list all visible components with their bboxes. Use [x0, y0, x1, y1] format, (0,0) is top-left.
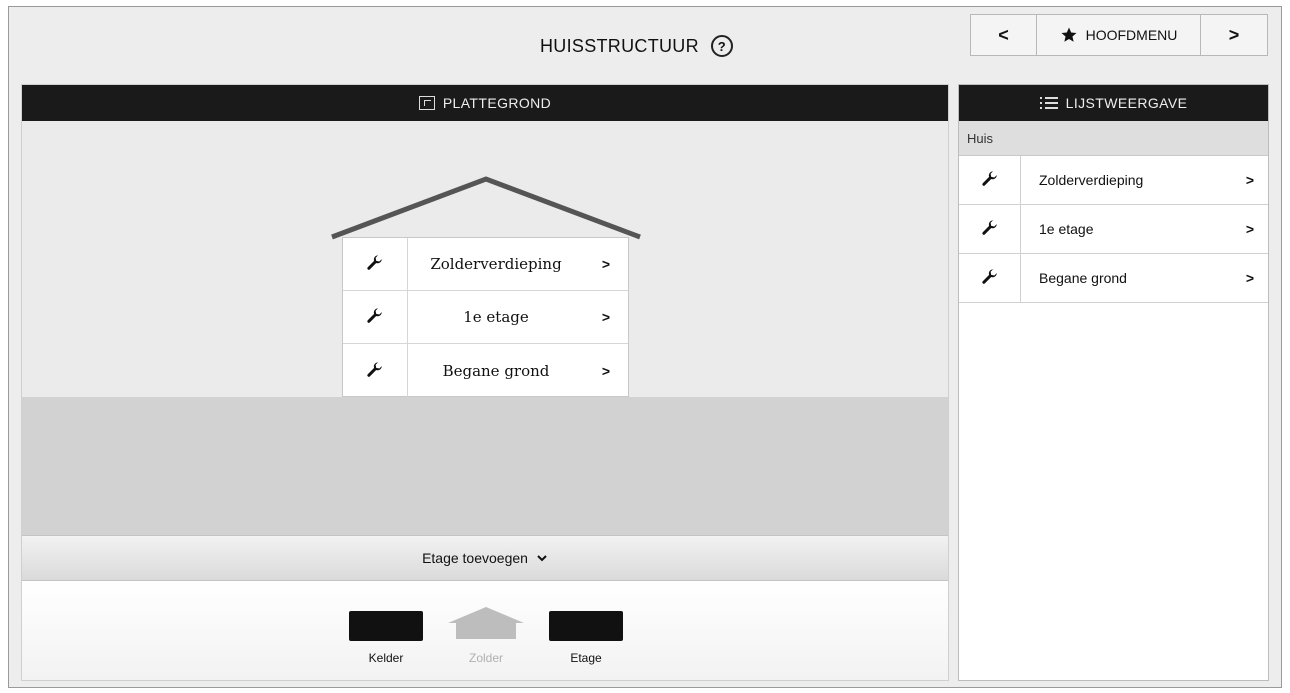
wrench-icon[interactable]	[959, 156, 1021, 204]
main-menu-label: HOOFDMENU	[1085, 27, 1178, 43]
nav-back-button[interactable]: <	[971, 15, 1037, 55]
wrench-icon[interactable]	[959, 205, 1021, 253]
page-header: HUISSTRUCTUUR ?	[540, 32, 733, 60]
floorplan-header: PLATTEGROND	[22, 85, 948, 121]
ground-area	[22, 397, 948, 535]
floor-label: Zolderverdieping	[430, 255, 562, 273]
attic-roof-icon	[448, 607, 524, 639]
chevron-right-icon: >	[1245, 221, 1255, 237]
floor-row-1e-etage[interactable]: 1e etage >	[343, 291, 628, 344]
add-basement-option[interactable]: Kelder	[349, 611, 423, 665]
listview-header: LIJSTWEERGAVE	[959, 85, 1268, 121]
add-storey-option[interactable]: Etage	[549, 611, 623, 665]
list-item[interactable]: 1e etage >	[959, 205, 1268, 254]
listview-title: LIJSTWEERGAVE	[1065, 95, 1188, 111]
add-floor-button[interactable]: Etage toevoegen	[22, 535, 948, 581]
list-item[interactable]: Begane grond >	[959, 254, 1268, 303]
chevron-right-icon: >	[1245, 270, 1255, 286]
breadcrumb[interactable]: Huis	[959, 121, 1268, 156]
nav-forward-button[interactable]: >	[1201, 15, 1267, 55]
add-attic-option: Zolder	[446, 605, 526, 665]
floor-row-zolderverdieping[interactable]: Zolderverdieping >	[343, 238, 628, 291]
floor-row-begane-grond[interactable]: Begane grond >	[343, 344, 628, 397]
list-item[interactable]: Zolderverdieping >	[959, 156, 1268, 205]
wrench-icon[interactable]	[343, 238, 408, 290]
wrench-icon[interactable]	[343, 344, 408, 397]
floor-type-tray: Kelder Zolder Etage	[22, 581, 948, 680]
storey-block-icon	[549, 611, 623, 641]
top-navigation: < HOOFDMENU >	[970, 14, 1268, 56]
chevron-right-icon: >	[601, 256, 611, 272]
floor-label: 1e etage	[463, 308, 529, 326]
basement-block-icon	[349, 611, 423, 641]
chevron-right-icon: >	[601, 362, 611, 379]
chevron-right-icon: >	[1245, 172, 1255, 188]
floorplan-panel: PLATTEGROND Zolderverdieping > 1e etage …	[21, 84, 949, 681]
wrench-icon[interactable]	[343, 291, 408, 343]
breadcrumb-item[interactable]: Huis	[967, 131, 993, 146]
list-item-label: 1e etage	[1039, 221, 1094, 237]
list-item-label: Begane grond	[1039, 270, 1127, 286]
page-title: HUISSTRUCTUUR	[540, 35, 699, 56]
star-icon	[1061, 27, 1077, 42]
chevron-right-icon: >	[1228, 24, 1240, 45]
house-roof	[331, 176, 641, 240]
house-floors: Zolderverdieping > 1e etage > Begane gro…	[342, 237, 629, 397]
add-option-label: Zolder	[468, 651, 503, 665]
wrench-icon[interactable]	[959, 254, 1021, 302]
floorplan-icon	[418, 96, 435, 110]
chevron-down-icon	[537, 555, 547, 562]
main-menu-button[interactable]: HOOFDMENU	[1037, 15, 1201, 55]
add-option-label: Etage	[570, 651, 602, 665]
list-icon	[1039, 97, 1058, 109]
floorplan-title: PLATTEGROND	[442, 95, 552, 111]
listview-panel: LIJSTWEERGAVE Huis Zolderverdieping > 1e…	[958, 84, 1269, 681]
chevron-left-icon: <	[998, 24, 1009, 45]
chevron-right-icon: >	[601, 309, 611, 325]
list-item-label: Zolderverdieping	[1039, 172, 1144, 188]
add-floor-label: Etage toevoegen	[422, 550, 528, 566]
help-icon[interactable]: ?	[710, 35, 733, 57]
add-option-label: Kelder	[368, 651, 404, 665]
floor-label: Begane grond	[442, 361, 550, 380]
